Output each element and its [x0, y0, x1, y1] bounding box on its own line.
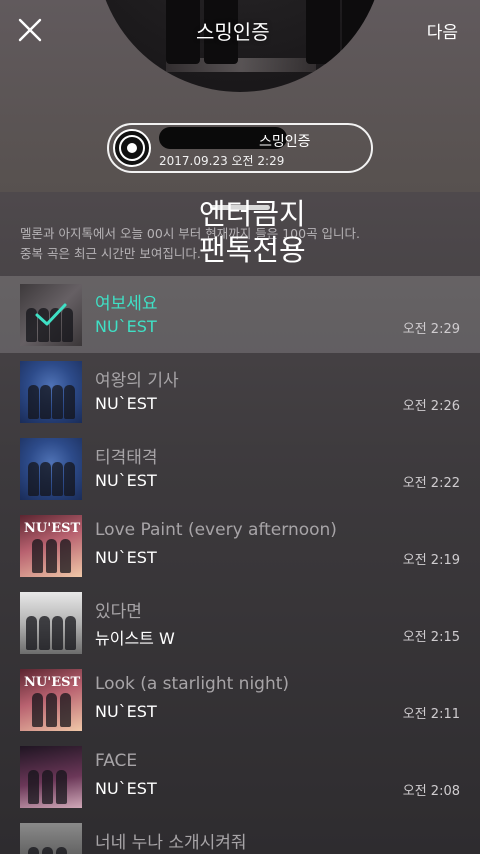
song-artist: NU`EST [95, 548, 157, 567]
album-logo: NU'EST [24, 521, 81, 536]
next-button[interactable]: 다음 [427, 18, 458, 43]
song-row[interactable]: 있다면 뉴이스트 W 오전 2:15 [0, 584, 480, 661]
song-panel: 멜론과 아지톡에서 오늘 00시 부터 현재까지 들은 100곡 입니다. 중복… [0, 192, 480, 854]
play-time: 오전 2:26 [402, 399, 460, 414]
song-title: 여왕의 기사 [95, 371, 179, 391]
song-artist: NU`EST [95, 317, 157, 336]
badge-title: 스밍인증 [259, 134, 311, 150]
song-artist: NU`EST [95, 394, 157, 413]
song-title: 여보세요 [95, 294, 158, 314]
album-art [20, 592, 82, 654]
play-time: 오전 2:19 [402, 553, 460, 568]
song-title: FACE [95, 751, 138, 771]
photo-overlay-text: 스밍인증 [196, 20, 270, 44]
song-row[interactable]: NU'EST Love Paint (every afternoon) NU`E… [0, 507, 480, 584]
play-time: 오전 2:08 [402, 784, 460, 799]
album-art [20, 438, 82, 500]
song-row[interactable]: 너네 누나 소개시켜줘 [0, 815, 480, 854]
watermark-text: 엔터금지 팬톡전용 [199, 196, 306, 268]
album-art [20, 823, 82, 854]
song-artist: NU`EST [95, 702, 157, 721]
header-area: 스밍인증 다음 스밍인증 2017.09.23 오전 2:29 [0, 0, 480, 192]
song-title: Look (a starlight night) [95, 674, 290, 694]
album-art [20, 284, 82, 346]
song-row[interactable]: 티격태격 NU`EST 오전 2:22 [0, 430, 480, 507]
album-art: NU'EST [20, 515, 82, 577]
album-art [20, 361, 82, 423]
song-row[interactable]: NU'EST Look (a starlight night) NU`EST 오… [0, 661, 480, 738]
cover-photo [96, 0, 384, 92]
song-title: Love Paint (every afternoon) [95, 520, 337, 540]
watermark-line-1: 엔터금지 [199, 197, 306, 231]
song-artist: 뉴이스트 W [95, 629, 175, 648]
streaming-badge: 스밍인증 2017.09.23 오전 2:29 [107, 123, 373, 173]
song-title: 너네 누나 소개시켜줘 [95, 833, 247, 853]
close-icon [18, 18, 42, 42]
song-row[interactable]: 여보세요 NU`EST 오전 2:29 [0, 276, 480, 353]
play-time: 오전 2:11 [402, 707, 460, 722]
check-icon [20, 284, 82, 346]
song-artist: NU`EST [95, 471, 157, 490]
song-title: 있다면 [95, 602, 142, 622]
song-title: 티격태격 [95, 448, 158, 468]
play-time: 오전 2:22 [402, 476, 460, 491]
song-row[interactable]: 여왕의 기사 NU`EST 오전 2:26 [0, 353, 480, 430]
play-time: 오전 2:29 [402, 322, 460, 337]
disc-icon [113, 129, 151, 167]
song-list: 여보세요 NU`EST 오전 2:29 여왕의 기사 NU`EST 오전 2:2… [0, 276, 480, 854]
album-logo: NU'EST [24, 675, 81, 690]
song-artist: NU`EST [95, 779, 157, 798]
play-time: 오전 2:15 [402, 630, 460, 645]
song-row[interactable]: FACE NU`EST 오전 2:08 [0, 738, 480, 815]
badge-datetime: 2017.09.23 오전 2:29 [159, 154, 285, 168]
album-art [20, 746, 82, 808]
album-art: NU'EST [20, 669, 82, 731]
close-button[interactable] [14, 14, 46, 46]
watermark-line-2: 팬톡전용 [199, 233, 306, 267]
